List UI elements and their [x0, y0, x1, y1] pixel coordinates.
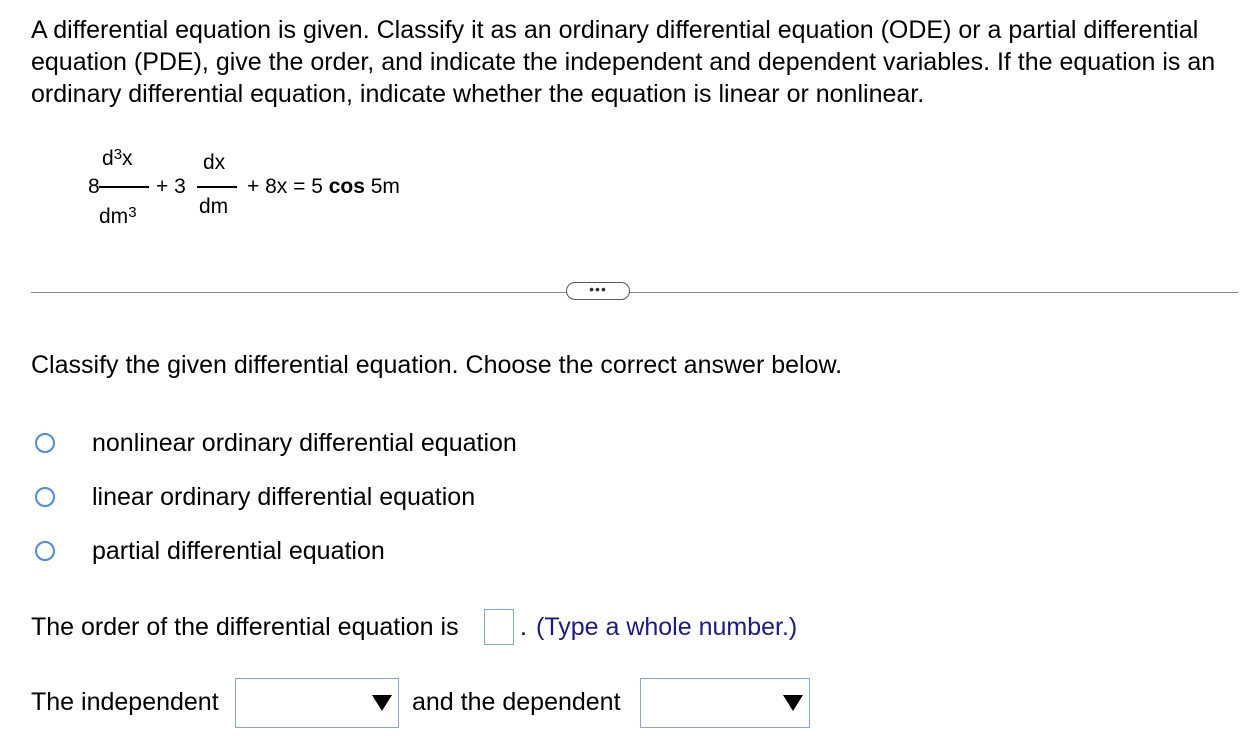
- dropdown-arrow-icon[interactable]: [372, 695, 392, 711]
- radio-button[interactable]: [35, 487, 55, 507]
- order-input[interactable]: [484, 609, 514, 645]
- option-label[interactable]: linear ordinary differential equation: [92, 482, 475, 512]
- order-period: .: [520, 613, 527, 641]
- dropdown-arrow-icon[interactable]: [783, 695, 803, 711]
- independent-variable-select[interactable]: [235, 678, 399, 728]
- fraction-bar-2: [197, 186, 237, 188]
- fraction-bar-1: [99, 186, 149, 188]
- dependent-label: and the dependent: [412, 688, 621, 716]
- independent-label: The independent: [31, 688, 219, 716]
- equation-denominator-2: dm: [199, 195, 229, 218]
- problem-text: A differential equation is given. Classi…: [31, 16, 1216, 108]
- radio-button[interactable]: [35, 541, 55, 561]
- equation-plus-3: + 3: [156, 175, 186, 198]
- equation-coefficient: 8: [88, 175, 100, 198]
- order-hint: (Type a whole number.): [536, 613, 798, 641]
- equation-right-side: + 8x = 5 cos 5m: [247, 175, 400, 198]
- equation-denominator-1: dm3: [99, 204, 137, 228]
- instruction-text: Classify the given differential equation…: [31, 351, 843, 379]
- option-label[interactable]: nonlinear ordinary differential equation: [92, 428, 517, 458]
- more-button[interactable]: •••: [566, 282, 630, 300]
- equation-numerator-1: d3x: [102, 146, 133, 170]
- option-label[interactable]: partial differential equation: [92, 536, 385, 566]
- dependent-variable-select[interactable]: [640, 678, 810, 728]
- radio-button[interactable]: [35, 433, 55, 453]
- equation-numerator-2: dx: [203, 151, 226, 174]
- order-prompt: The order of the differential equation i…: [31, 613, 459, 641]
- section-divider: [31, 292, 1238, 293]
